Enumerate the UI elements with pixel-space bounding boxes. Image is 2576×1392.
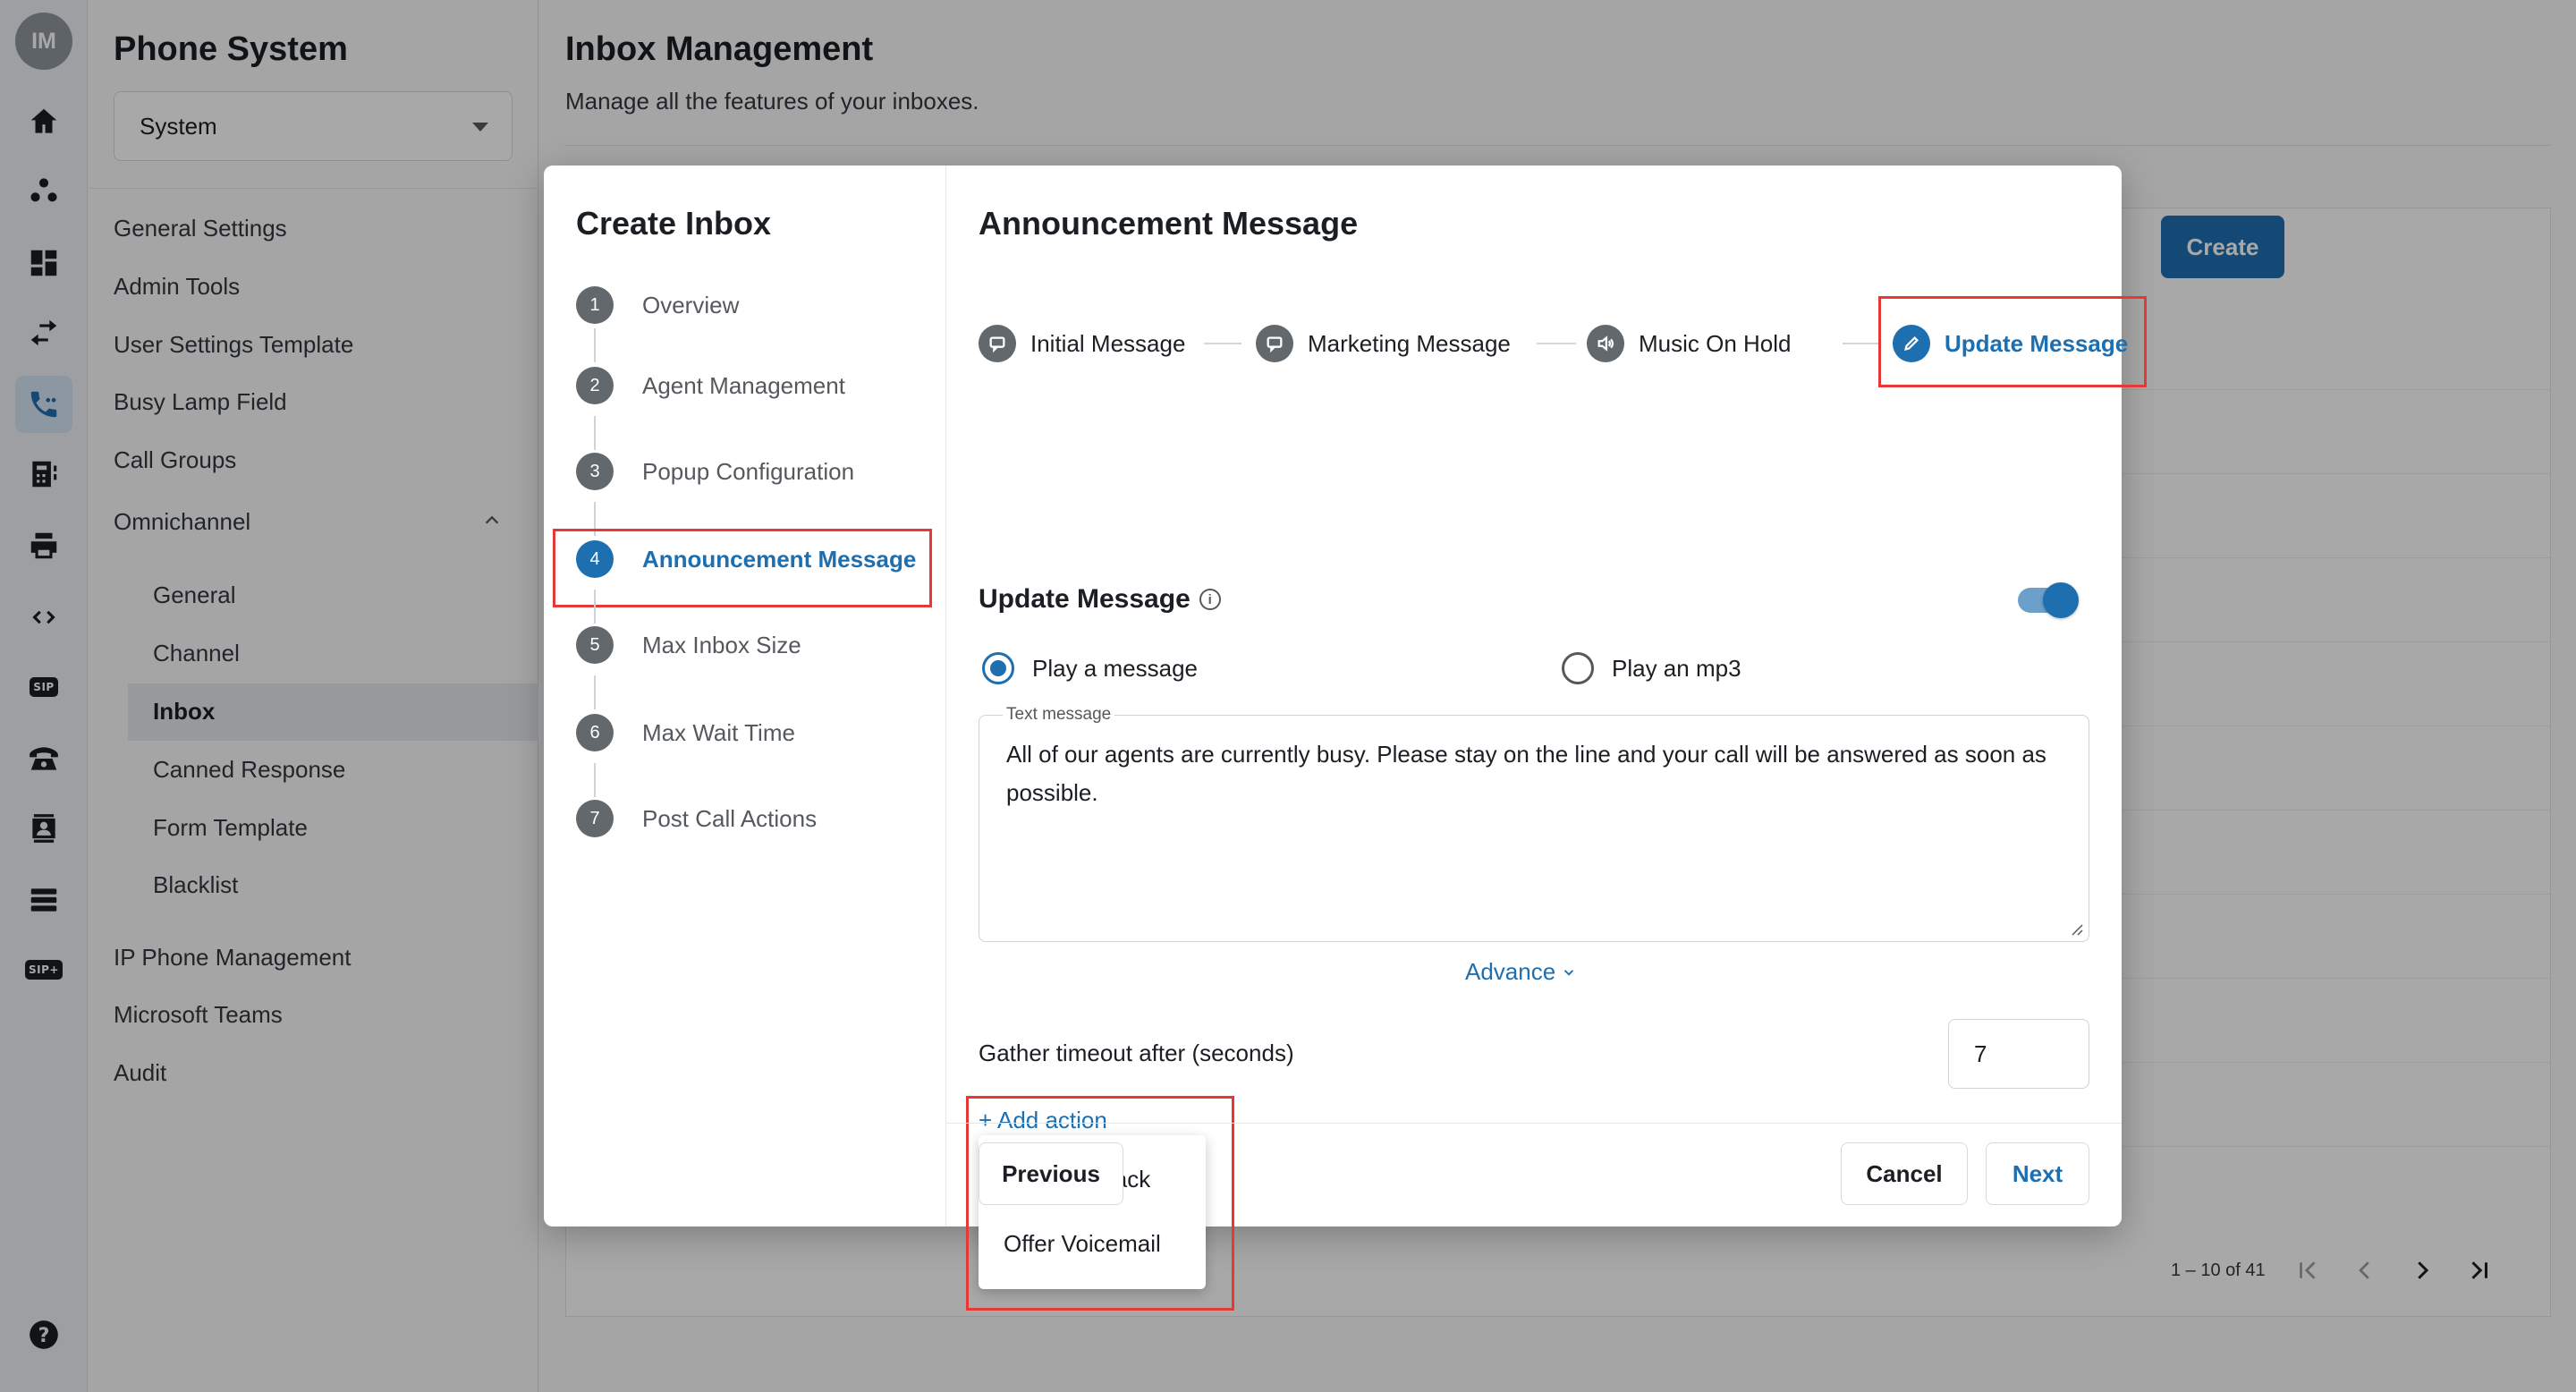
text-message-label: Text message — [1003, 705, 1115, 725]
advance-label: Advance — [1465, 958, 1556, 985]
radio-label: Play a message — [1032, 654, 1198, 682]
step-number: 3 — [576, 453, 614, 490]
substep-connector — [1204, 343, 1241, 344]
message-icon — [1256, 325, 1293, 362]
substep-music-on-hold[interactable]: Music On Hold — [1587, 323, 1792, 364]
toggle-knob — [2043, 582, 2079, 618]
update-message-title-text: Update Message — [979, 584, 1191, 614]
step-label: Post Call Actions — [642, 804, 818, 832]
create-inbox-modal: Create Inbox 1 Overview 2 Agent Manageme… — [544, 166, 2147, 1311]
step-post-call-actions[interactable]: 7 Post Call Actions — [576, 799, 817, 838]
step-label: Agent Management — [642, 371, 845, 399]
step-label: Overview — [642, 291, 740, 318]
step-number: 2 — [576, 367, 614, 404]
step-popup-configuration[interactable]: 3 Popup Configuration — [576, 452, 854, 491]
step-number: 1 — [576, 286, 614, 324]
highlight-box — [553, 529, 932, 607]
update-message-title: Update Message i — [979, 584, 1221, 615]
section-title: Announcement Message — [979, 205, 1359, 242]
resize-handle-icon[interactable] — [2067, 920, 2083, 936]
step-max-wait-time[interactable]: 6 Max Wait Time — [576, 713, 795, 752]
step-label: Popup Configuration — [642, 457, 855, 485]
radio-ring — [982, 652, 1014, 684]
cancel-button[interactable]: Cancel — [1841, 1142, 1968, 1205]
substep-marketing-message[interactable]: Marketing Message — [1256, 323, 1511, 364]
step-connector — [594, 416, 596, 450]
chevron-down-icon — [1564, 969, 1574, 976]
substep-connector — [1537, 343, 1576, 344]
step-max-inbox-size[interactable]: 5 Max Inbox Size — [576, 625, 801, 665]
text-message-field[interactable]: Text message All of our agents are curre… — [979, 705, 2089, 942]
highlight-box — [1878, 296, 2147, 387]
wizard-content: Announcement Message Initial Message Mar… — [946, 166, 2147, 1311]
substep-label: Marketing Message — [1308, 329, 1511, 357]
footer-divider — [946, 1123, 2122, 1124]
radio-ring — [1562, 652, 1594, 684]
substep-connector — [1843, 343, 1880, 344]
gather-timeout-label: Gather timeout after (seconds) — [979, 1040, 1294, 1066]
message-icon — [979, 325, 1016, 362]
step-connector — [594, 590, 596, 624]
speaker-icon — [1587, 325, 1624, 362]
text-message-value[interactable]: All of our agents are currently busy. Pl… — [1006, 735, 2062, 812]
radio-play-message[interactable]: Play a message — [982, 652, 1198, 684]
radio-play-mp3[interactable]: Play an mp3 — [1562, 652, 1741, 684]
substep-label: Music On Hold — [1639, 329, 1792, 357]
next-button[interactable]: Next — [1986, 1142, 2089, 1205]
step-number: 5 — [576, 626, 614, 664]
step-connector — [594, 675, 596, 709]
radio-label: Play an mp3 — [1612, 654, 1741, 682]
wizard-steps: Create Inbox 1 Overview 2 Agent Manageme… — [544, 166, 946, 1226]
update-message-toggle[interactable] — [2018, 582, 2079, 618]
step-number: 7 — [576, 800, 614, 837]
info-icon[interactable]: i — [1199, 589, 1221, 610]
step-agent-management[interactable]: 2 Agent Management — [576, 366, 845, 405]
step-number: 6 — [576, 714, 614, 751]
modal-title: Create Inbox — [576, 205, 772, 242]
substep-initial-message[interactable]: Initial Message — [979, 323, 1185, 364]
step-overview[interactable]: 1 Overview — [576, 285, 739, 325]
previous-button[interactable]: Previous — [979, 1142, 1123, 1205]
step-connector — [594, 763, 596, 797]
advance-toggle[interactable]: Advance — [1465, 958, 1577, 986]
step-label: Max Inbox Size — [642, 631, 801, 658]
substep-label: Initial Message — [1030, 329, 1186, 357]
step-connector — [594, 328, 596, 362]
gather-timeout-input[interactable]: 7 — [1948, 1019, 2089, 1089]
step-label: Max Wait Time — [642, 718, 795, 746]
